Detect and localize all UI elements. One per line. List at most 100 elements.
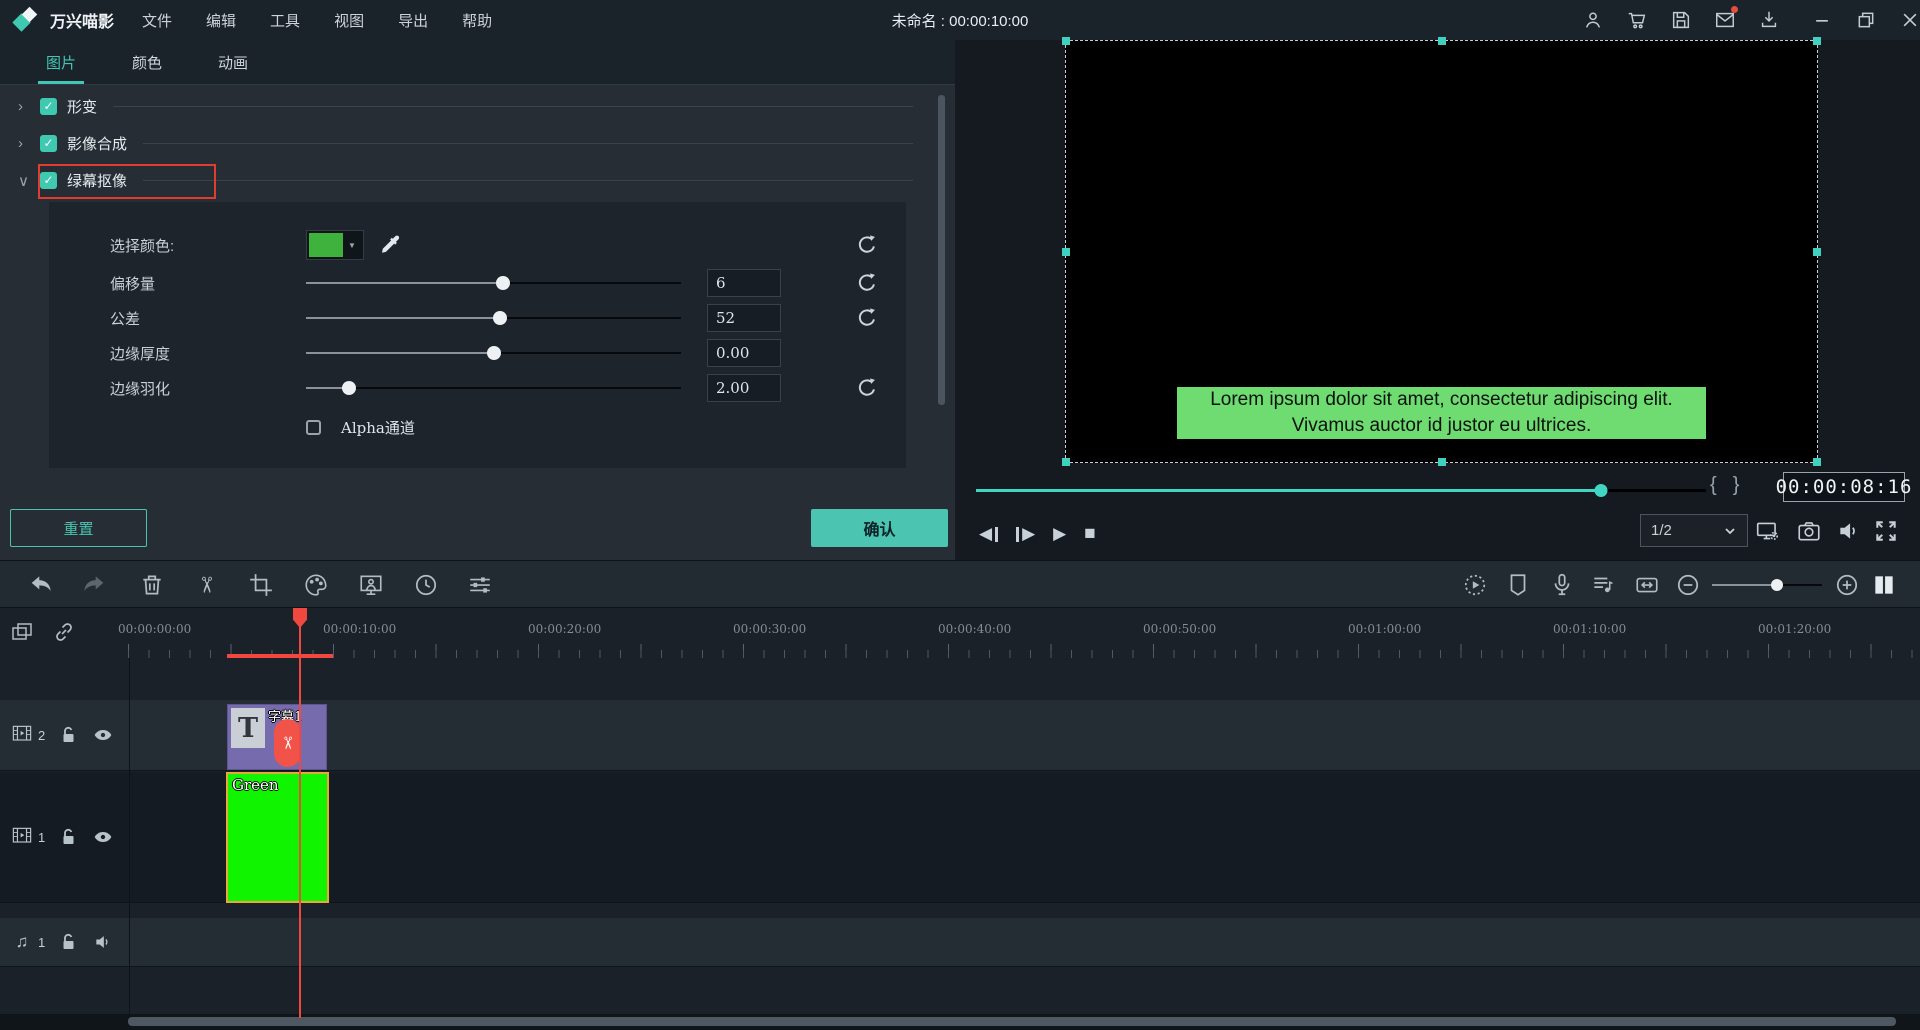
speed-duration-icon[interactable] (413, 572, 439, 598)
edge-thickness-slider[interactable] (306, 346, 681, 360)
volume-icon[interactable] (1836, 518, 1862, 544)
marker-icon[interactable] (1505, 572, 1531, 598)
chroma-key-portrait-icon[interactable] (358, 572, 384, 598)
reset-button[interactable]: 重置 (10, 509, 147, 547)
alpha-channel-checkbox[interactable] (306, 420, 321, 435)
tab-image[interactable]: 图片 (38, 40, 84, 84)
mail-icon[interactable] (1714, 9, 1736, 31)
adjust-sliders-icon[interactable] (467, 572, 493, 598)
next-frame-button[interactable]: ▶ (1016, 524, 1035, 544)
resize-handle[interactable] (1062, 37, 1070, 45)
offset-value[interactable]: 6 (707, 269, 781, 297)
play-button[interactable]: ▶ (1053, 524, 1066, 544)
restore-button[interactable] (1856, 10, 1876, 30)
audio-mixer-icon[interactable] (1590, 572, 1616, 598)
playhead-handle[interactable] (293, 608, 307, 628)
cart-icon[interactable] (1626, 9, 1648, 31)
display-settings-icon[interactable] (1755, 518, 1781, 544)
account-icon[interactable] (1582, 9, 1604, 31)
menu-help[interactable]: 帮助 (462, 10, 492, 31)
zoom-knob[interactable] (1771, 579, 1783, 591)
fit-to-timeline-icon[interactable] (1634, 572, 1660, 598)
split-scissors-icon[interactable]: ✂ (193, 572, 219, 598)
slider-knob[interactable] (487, 346, 501, 360)
voiceover-mic-icon[interactable] (1549, 572, 1575, 598)
cut-scissors-icon[interactable]: ✂ (274, 719, 301, 767)
panel-scrollbar[interactable] (938, 95, 945, 405)
seek-handle[interactable] (1594, 484, 1607, 497)
subtitle-text[interactable]: Lorem ipsum dolor sit amet, consectetur … (1177, 387, 1706, 439)
timecode-display[interactable]: 00:00:08:16 (1783, 472, 1905, 502)
audio-track-1[interactable]: ♫ 1 (0, 918, 1920, 967)
timeline-scrollbar-thumb[interactable] (128, 1017, 1896, 1026)
close-button[interactable] (1900, 10, 1920, 30)
edge-thickness-value[interactable]: 0.00 (707, 339, 781, 367)
resize-handle[interactable] (1438, 37, 1446, 45)
undo-icon[interactable] (29, 572, 55, 598)
resize-handle[interactable] (1062, 248, 1070, 256)
slider-knob[interactable] (342, 381, 356, 395)
edge-feather-slider[interactable] (306, 381, 681, 395)
reset-icon[interactable] (856, 307, 878, 329)
menu-edit[interactable]: 编辑 (206, 10, 236, 31)
green-screen-clip[interactable]: Green (226, 772, 329, 903)
crop-icon[interactable] (248, 572, 274, 598)
checkbox-transform[interactable]: ✓ (40, 98, 57, 115)
tab-animation[interactable]: 动画 (210, 40, 256, 84)
download-icon[interactable] (1758, 9, 1780, 31)
mark-out-icon[interactable]: } (1733, 474, 1740, 497)
minimize-button[interactable] (1812, 10, 1832, 30)
tolerance-value[interactable]: 52 (707, 304, 781, 332)
reset-icon[interactable] (856, 234, 878, 256)
menu-file[interactable]: 文件 (142, 10, 172, 31)
resize-handle[interactable] (1813, 458, 1821, 466)
offset-slider[interactable] (306, 276, 681, 290)
tolerance-slider[interactable] (306, 311, 681, 325)
preview-canvas[interactable]: Lorem ipsum dolor sit amet, consectetur … (1065, 40, 1818, 463)
previous-frame-button[interactable]: ◀ (979, 524, 998, 544)
delete-icon[interactable] (139, 572, 165, 598)
menu-view[interactable]: 视图 (334, 10, 364, 31)
section-compositing[interactable]: › ✓ 影像合成 (0, 125, 955, 162)
visibility-eye-icon[interactable] (93, 725, 113, 745)
resize-handle[interactable] (1813, 248, 1821, 256)
manage-tracks-icon[interactable] (10, 620, 34, 644)
title-clip[interactable]: T 字幕1 ✂ (227, 704, 327, 770)
edge-feather-value[interactable]: 2.00 (707, 374, 781, 402)
playback-quality-dropdown[interactable]: 1/2 (1640, 514, 1748, 547)
menu-export[interactable]: 导出 (398, 10, 428, 31)
playhead-line[interactable] (299, 610, 301, 1018)
speaker-icon[interactable] (93, 932, 113, 952)
slider-knob[interactable] (496, 276, 510, 290)
save-icon[interactable] (1670, 9, 1692, 31)
snapshot-camera-icon[interactable] (1796, 518, 1822, 544)
stop-button[interactable]: ■ (1084, 523, 1095, 545)
color-swatch-dropdown[interactable]: ▼ (306, 230, 364, 260)
redo-icon[interactable] (80, 572, 106, 598)
zoom-out-icon[interactable] (1675, 572, 1701, 598)
mark-in-icon[interactable]: { (1710, 474, 1717, 497)
resize-handle[interactable] (1813, 37, 1821, 45)
confirm-button[interactable]: 确认 (811, 509, 948, 547)
unlock-icon[interactable] (59, 725, 79, 745)
chevron-right-icon[interactable]: › (18, 98, 40, 115)
checkbox-compositing[interactable]: ✓ (40, 135, 57, 152)
visibility-eye-icon[interactable] (93, 827, 113, 847)
eyedropper-icon[interactable] (378, 233, 402, 257)
resize-handle[interactable] (1062, 458, 1070, 466)
reset-icon[interactable] (856, 272, 878, 294)
section-transform[interactable]: › ✓ 形变 (0, 88, 955, 125)
ruler-minor-ticks[interactable] (128, 650, 1920, 658)
tab-color[interactable]: 颜色 (124, 40, 170, 84)
chevron-right-icon[interactable]: › (18, 135, 40, 152)
preview-seek-bar[interactable] (976, 484, 1706, 496)
timeline-zoom-slider[interactable] (1712, 584, 1822, 586)
link-icon[interactable] (52, 620, 76, 644)
reset-icon[interactable] (856, 377, 878, 399)
menu-tools[interactable]: 工具 (270, 10, 300, 31)
dual-view-icon[interactable] (1871, 572, 1897, 598)
resize-handle[interactable] (1438, 458, 1446, 466)
chevron-down-icon[interactable]: ∨ (18, 172, 40, 190)
zoom-in-icon[interactable] (1834, 572, 1860, 598)
unlock-icon[interactable] (59, 827, 79, 847)
